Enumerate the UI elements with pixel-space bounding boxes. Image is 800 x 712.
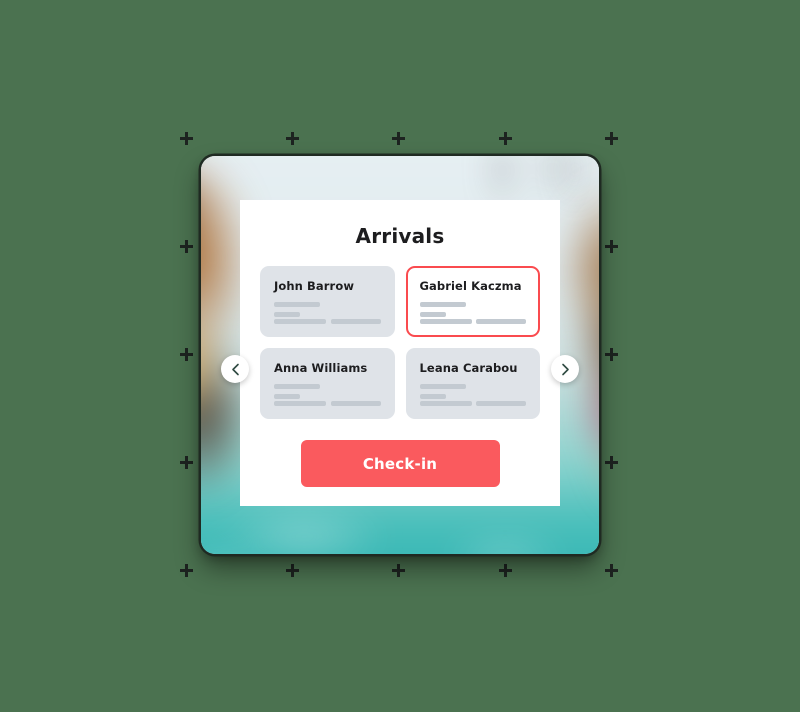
page-title: Arrivals bbox=[355, 224, 445, 248]
selection-handle[interactable] bbox=[604, 239, 618, 253]
arrival-card-meta-left bbox=[419, 319, 472, 324]
arrival-card-placeholder-line bbox=[274, 384, 320, 389]
selection-handle[interactable] bbox=[391, 563, 405, 577]
check-in-button[interactable]: Check-in bbox=[300, 440, 500, 487]
arrivals-panel: Arrivals John Barrow Gabriel Kaczma Anna W… bbox=[240, 200, 560, 506]
arrival-card-meta-left bbox=[419, 401, 472, 406]
arrivals-card-grid: John Barrow Gabriel Kaczma Anna Williams Le… bbox=[260, 266, 540, 419]
arrival-card-footer bbox=[274, 401, 381, 406]
selection-handle[interactable] bbox=[391, 131, 405, 145]
carousel-next-button[interactable] bbox=[551, 355, 579, 383]
selection-handle[interactable] bbox=[498, 131, 512, 145]
arrival-card-footer bbox=[274, 319, 381, 324]
arrival-card-meta-right bbox=[330, 319, 381, 324]
arrival-card-footer bbox=[419, 319, 526, 324]
selection-handle[interactable] bbox=[604, 347, 618, 361]
arrival-card-meta-right bbox=[476, 401, 526, 406]
arrival-card-meta-right bbox=[476, 319, 526, 324]
chevron-left-icon bbox=[231, 363, 240, 376]
arrival-card-name: John Barrow bbox=[274, 279, 355, 293]
selection-handle[interactable] bbox=[285, 131, 299, 145]
selection-handle[interactable] bbox=[604, 131, 618, 145]
arrival-card-meta-right bbox=[330, 401, 381, 406]
selection-handle[interactable] bbox=[179, 239, 193, 253]
selection-handle[interactable] bbox=[179, 131, 193, 145]
arrival-card[interactable]: Leana Carabou bbox=[405, 348, 540, 419]
selection-handle[interactable] bbox=[179, 455, 193, 469]
arrival-card-placeholder-line bbox=[419, 312, 446, 317]
selection-handle[interactable] bbox=[604, 563, 618, 577]
arrival-card[interactable]: John Barrow bbox=[260, 266, 395, 337]
arrival-card-meta-left bbox=[274, 319, 326, 324]
arrival-card-name: Anna Williams bbox=[274, 361, 368, 375]
device-artboard: Arrivals John Barrow Gabriel Kaczma Anna W… bbox=[201, 156, 599, 554]
carousel-prev-button[interactable] bbox=[221, 355, 249, 383]
arrival-card-placeholder-line bbox=[274, 394, 300, 399]
selection-handle[interactable] bbox=[179, 563, 193, 577]
selection-handle[interactable] bbox=[285, 563, 299, 577]
arrival-card-name: Gabriel Kaczma bbox=[419, 279, 522, 293]
selection-handle[interactable] bbox=[498, 563, 512, 577]
chevron-right-icon bbox=[561, 363, 570, 376]
arrival-card-placeholder-line bbox=[274, 312, 300, 317]
selection-handle[interactable] bbox=[604, 455, 618, 469]
arrival-card-meta-left bbox=[274, 401, 326, 406]
arrival-card-placeholder-line bbox=[419, 384, 466, 389]
arrival-card-placeholder-line bbox=[274, 302, 320, 307]
arrival-card-placeholder-line bbox=[419, 302, 466, 307]
arrival-card-placeholder-line bbox=[419, 394, 446, 399]
arrival-card-footer bbox=[419, 401, 526, 406]
selection-handle[interactable] bbox=[179, 347, 193, 361]
arrival-card[interactable]: Anna Williams bbox=[260, 348, 395, 419]
arrival-card-name: Leana Carabou bbox=[419, 361, 518, 375]
arrival-card[interactable]: Gabriel Kaczma bbox=[405, 266, 540, 337]
